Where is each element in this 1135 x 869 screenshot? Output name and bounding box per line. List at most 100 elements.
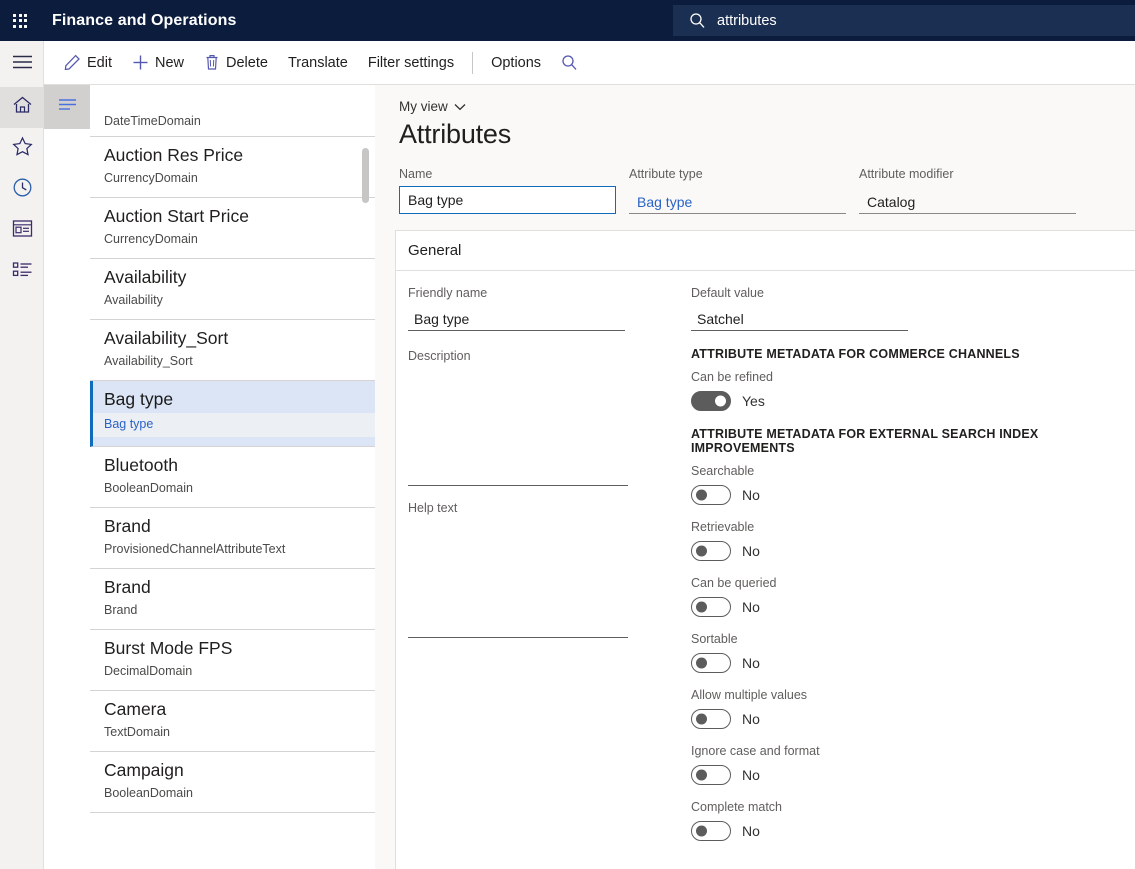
list-item[interactable]: CampaignBooleanDomain (90, 752, 375, 813)
sidebar-item-workspaces[interactable] (0, 210, 44, 251)
toggle-switch[interactable] (691, 765, 731, 785)
translate-button[interactable]: Translate (278, 46, 358, 80)
edit-button[interactable]: Edit (54, 46, 122, 80)
toggle-switch[interactable] (691, 485, 731, 505)
general-section-header[interactable]: General (396, 231, 1135, 271)
name-input[interactable]: Bag type (399, 186, 616, 214)
filter-settings-button[interactable]: Filter settings (358, 46, 464, 80)
app-root: Finance and Operations attributes (0, 0, 1135, 869)
view-selector[interactable]: My view (399, 99, 466, 114)
page-title: Attributes (399, 119, 1135, 150)
new-button[interactable]: New (122, 46, 194, 80)
command-search-button[interactable] (551, 46, 594, 80)
friendly-name-input[interactable]: Bag type (408, 305, 625, 331)
toggle-switch[interactable] (691, 597, 731, 617)
list-item[interactable]: BluetoothBooleanDomain (90, 447, 375, 508)
attribute-type-value[interactable]: Bag type (629, 186, 846, 214)
toggle-row: No (691, 485, 1111, 505)
list-item[interactable]: Auction Start PriceCurrencyDomain (90, 198, 375, 259)
commerce-metadata-title: ATTRIBUTE METADATA FOR COMMERCE CHANNELS (691, 347, 1111, 361)
records-list[interactable]: DateTimeDomainAuction Res PriceCurrencyD… (90, 97, 375, 869)
general-section-card: General Friendly name Bag type Descripti… (395, 230, 1135, 869)
sidebar-item-favorites[interactable] (0, 128, 44, 169)
toggle-row: No (691, 821, 1111, 841)
pencil-icon (64, 54, 81, 71)
friendly-name-group: Friendly name Bag type (408, 285, 671, 331)
main-content: My view Attributes Name Bag type Attribu… (375, 85, 1135, 869)
hamburger-menu-icon[interactable] (0, 41, 44, 82)
list-item-subtitle: Availability (104, 291, 375, 310)
delete-button[interactable]: Delete (194, 46, 278, 80)
list-item[interactable]: Burst Mode FPSDecimalDomain (90, 630, 375, 691)
toggle-value: No (742, 711, 760, 727)
attribute-modifier-value[interactable]: Catalog (859, 186, 1076, 214)
translate-label: Translate (288, 55, 348, 71)
toggle-group: RetrievableNo (691, 519, 1111, 561)
search-metadata-title: ATTRIBUTE METADATA FOR EXTERNAL SEARCH I… (691, 427, 1111, 455)
sidebar-item-modules[interactable] (0, 251, 44, 292)
list-item[interactable]: AvailabilityAvailability (90, 259, 375, 320)
sidebar-item-home[interactable] (0, 87, 44, 128)
default-value-group: Default value Satchel (691, 285, 1111, 331)
sidebar-item-recent[interactable] (0, 169, 44, 210)
app-launcher-icon[interactable] (0, 0, 40, 41)
list-item-title: Availability_Sort (104, 326, 375, 351)
toggle-switch[interactable] (691, 391, 731, 411)
description-input[interactable] (408, 368, 628, 486)
default-value-input[interactable]: Satchel (691, 305, 908, 331)
list-item[interactable]: BrandBrand (90, 569, 375, 630)
list-icon (12, 261, 33, 283)
plus-icon (132, 54, 149, 71)
toggle-value: No (742, 487, 760, 503)
command-separator (472, 52, 473, 74)
toggle-row: No (691, 709, 1111, 729)
commerce-toggle-list: Can be refinedYes (691, 369, 1111, 411)
toggle-value: No (742, 823, 760, 839)
toggle-group: Can be refinedYes (691, 369, 1111, 411)
list-item-subtitle: CurrencyDomain (104, 169, 375, 188)
toggle-label: Can be queried (691, 575, 1111, 592)
list-item-subtitle: DecimalDomain (104, 662, 375, 681)
toggle-label: Can be refined (691, 369, 1111, 386)
filter-settings-label: Filter settings (368, 55, 454, 71)
toggle-group: Allow multiple values No (691, 687, 1111, 729)
toggle-value: No (742, 767, 760, 783)
delete-label: Delete (226, 55, 268, 71)
toggle-value: No (742, 599, 760, 615)
help-text-group: Help text (408, 500, 671, 638)
list-pane-tab[interactable] (44, 85, 90, 129)
list-lines-icon (58, 98, 77, 116)
list-item[interactable]: BrandProvisionedChannelAttributeText (90, 508, 375, 569)
new-label: New (155, 55, 184, 71)
toggle-switch[interactable] (691, 653, 731, 673)
attribute-modifier-field-group: Attribute modifier Catalog (859, 166, 1076, 214)
toggle-switch[interactable] (691, 709, 731, 729)
toggle-label: Complete match (691, 799, 1111, 816)
description-label: Description (408, 348, 671, 365)
list-item-subtitle: BooleanDomain (104, 784, 375, 803)
toggle-value: No (742, 543, 760, 559)
list-scrollbar-thumb[interactable] (362, 148, 369, 203)
list-item[interactable]: DateTimeDomain (90, 97, 375, 137)
name-field-group: Name Bag type (399, 166, 616, 214)
list-item[interactable]: Availability_SortAvailability_Sort (90, 320, 375, 381)
help-text-input[interactable] (408, 520, 628, 638)
general-right-column: Default value Satchel ATTRIBUTE METADATA… (671, 285, 1111, 855)
list-item-title: Auction Start Price (104, 204, 375, 229)
list-item[interactable]: CameraTextDomain (90, 691, 375, 752)
list-item[interactable]: Auction Res PriceCurrencyDomain (90, 137, 375, 198)
toggle-label: Sortable (691, 631, 1111, 648)
toggle-switch[interactable] (691, 821, 731, 841)
global-search-input[interactable]: attributes (673, 5, 1135, 36)
general-left-column: Friendly name Bag type Description Help … (396, 285, 671, 855)
toggle-label: Allow multiple values (691, 687, 1111, 704)
list-item-title: Auction Res Price (104, 143, 375, 168)
list-item-title: Brand (104, 575, 375, 600)
toggle-row: No (691, 653, 1111, 673)
workspace-icon (12, 219, 33, 243)
list-item-title: Availability (104, 265, 375, 290)
list-item[interactable]: Bag typeBag type (90, 381, 375, 447)
list-scrollbar-track[interactable] (362, 97, 369, 869)
options-button[interactable]: Options (481, 46, 551, 80)
toggle-switch[interactable] (691, 541, 731, 561)
